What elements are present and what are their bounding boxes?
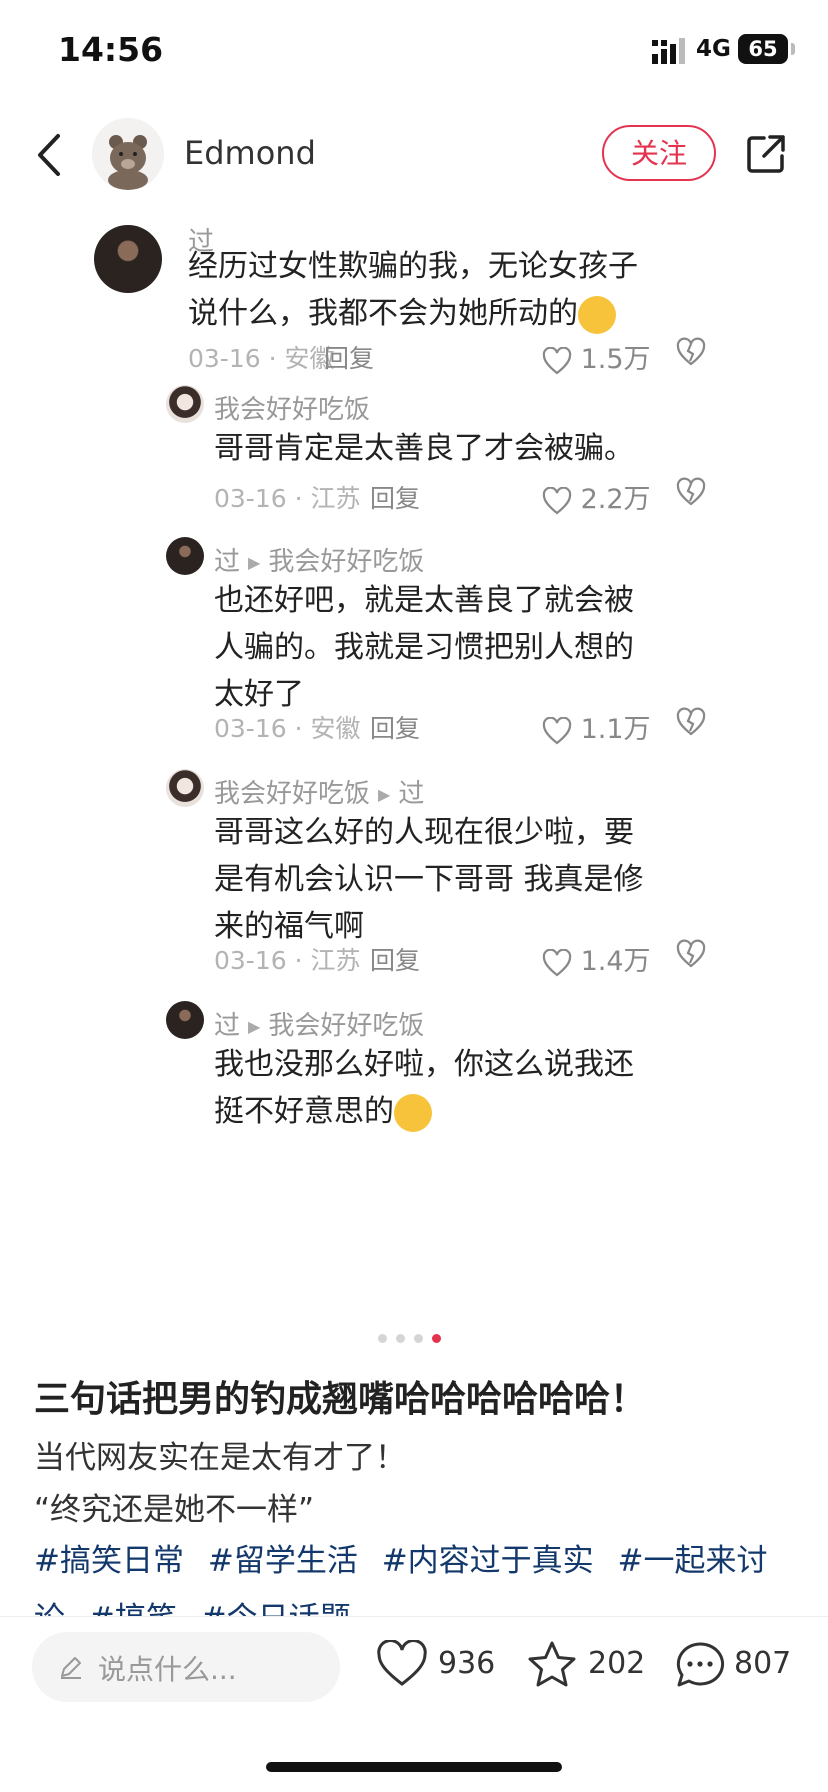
comment-username: 我会好好吃饭 ▶ 过 (214, 779, 425, 809)
commenter-avatar (94, 225, 162, 293)
tag-link[interactable]: #今日话题 (201, 1601, 351, 1616)
reply-button[interactable]: 回复 (370, 941, 420, 977)
carousel-dot[interactable] (378, 1334, 387, 1343)
status-time: 14:56 (58, 30, 164, 69)
commenter-avatar (166, 769, 204, 807)
comment-text: 也还好吧，就是太善良了就会被人骗的。我就是习惯把别人想的太好了 (214, 583, 634, 712)
pencil-icon (61, 1657, 81, 1679)
reply-button[interactable]: 回复 (370, 479, 420, 515)
like-count: 936 (438, 1646, 496, 1681)
network-type: 4G (696, 36, 731, 62)
heart-icon (542, 948, 572, 976)
image-fade (72, 1263, 756, 1303)
comment-meta: 03-16 · 安徽 (188, 344, 335, 373)
post-description: 当代网友实在是太有才了！ “终究还是她不一样” (34, 1440, 406, 1528)
comment-bubble-icon (676, 1642, 725, 1687)
comment-meta: 03-16 · 安徽 (214, 714, 361, 743)
signal-icon (652, 38, 685, 64)
comment-placeholder: 说点什么... (98, 1653, 237, 1686)
heart-icon (377, 1640, 427, 1686)
heart-icon (542, 346, 572, 374)
sweat-smile-emoji (394, 1093, 432, 1132)
dislike-icon[interactable] (676, 707, 706, 737)
carousel-dot[interactable] (414, 1334, 423, 1343)
bear-avatar-icon (92, 118, 164, 190)
collect-button[interactable]: 202 (526, 1636, 646, 1698)
tag-link[interactable]: #搞笑日常 (34, 1543, 184, 1579)
tag-link[interactable]: #搞笑 (89, 1601, 177, 1616)
author-avatar[interactable] (92, 118, 164, 190)
comment-like-button[interactable]: 1.4万 (542, 939, 651, 978)
comment-like-button[interactable]: 1.1万 (542, 707, 651, 746)
home-indicator (266, 1762, 562, 1772)
comment-button[interactable]: 807 (674, 1636, 804, 1698)
comment-like-count: 2.2万 (580, 484, 651, 515)
comment-username: 我会好好吃饭 (214, 395, 371, 425)
dislike-icon[interactable] (676, 939, 706, 969)
commenter-avatar (166, 537, 204, 575)
reply-arrow-icon: ▶ (378, 785, 391, 804)
commenter-avatar (166, 1001, 204, 1039)
battery-tip (791, 43, 795, 55)
comment-count: 807 (734, 1646, 792, 1681)
carousel-dot-active[interactable] (432, 1334, 441, 1343)
share-icon[interactable] (744, 132, 788, 176)
heart-icon (542, 486, 572, 514)
comment-meta: 03-16 · 江苏 (214, 946, 361, 975)
reply-button[interactable]: 回复 (324, 339, 374, 375)
reply-arrow-icon: ▶ (248, 553, 261, 572)
comment-input[interactable]: 说点什么... (32, 1632, 340, 1702)
battery-icon: 65 (738, 34, 788, 64)
comment-text: 经历过女性欺骗的我，无论女孩子说什么，我都不会为她所动的 (188, 243, 658, 337)
reply-button[interactable]: 回复 (370, 709, 420, 745)
comment-like-button[interactable]: 2.2万 (542, 477, 651, 516)
divider (0, 1616, 828, 1617)
reply-arrow-icon: ▶ (248, 1017, 261, 1036)
like-button[interactable]: 936 (376, 1636, 496, 1698)
dislike-icon[interactable] (676, 337, 706, 367)
carousel-dot[interactable] (396, 1334, 405, 1343)
post-title: 三句话把男的钓成翘嘴哈哈哈哈哈哈！ (34, 1379, 647, 1420)
tag-link[interactable]: #内容过于真实 (382, 1543, 594, 1579)
comment-username: 过 ▶ 我会好好吃饭 (214, 547, 425, 577)
post-image[interactable]: 过 经历过女性欺骗的我，无论女孩子说什么，我都不会为她所动的 03-16 · 安… (72, 215, 756, 1303)
comment-meta: 03-16 · 江苏 (214, 484, 361, 513)
comment-like-count: 1.1万 (580, 714, 651, 745)
dislike-icon[interactable] (676, 477, 706, 507)
collect-count: 202 (588, 1646, 646, 1681)
commenter-avatar (166, 385, 204, 423)
back-arrow-icon[interactable] (30, 130, 70, 180)
comment-text: 哥哥肯定是太善良了才会被骗。 (214, 431, 634, 466)
tag-link[interactable]: #留学生活 (208, 1543, 358, 1579)
comment-username: 过 ▶ 我会好好吃饭 (214, 1011, 425, 1041)
author-name[interactable]: Edmond (184, 134, 316, 172)
comment-like-count: 1.4万 (580, 946, 651, 977)
comment-like-count: 1.5万 (580, 344, 651, 375)
comment-text: 我也没那么好啦，你这么说我还挺不好意思的 (214, 1041, 646, 1135)
heart-icon (542, 716, 572, 744)
post-tags: #搞笑日常 #留学生活 #内容过于真实 #一起来讨论 #搞笑 #今日话题 (34, 1532, 804, 1616)
dizzy-face-emoji (578, 295, 616, 334)
star-icon (528, 1641, 576, 1687)
follow-button[interactable]: 关注 (602, 125, 716, 181)
comment-like-button[interactable]: 1.5万 (542, 337, 651, 376)
comment-text: 哥哥这么好的人现在很少啦，要是有机会认识一下哥哥 我真是修来的福气啊 (214, 815, 644, 944)
